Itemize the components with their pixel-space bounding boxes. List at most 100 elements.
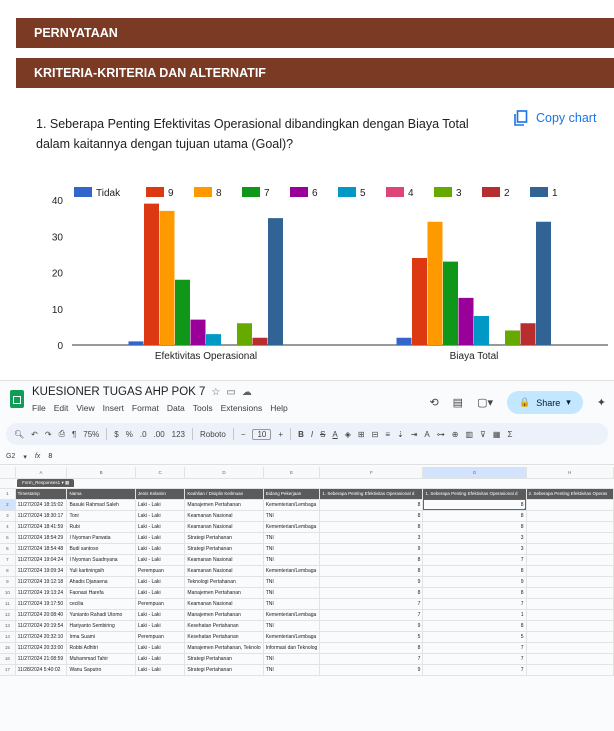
text-color-icon[interactable]: A <box>332 430 337 439</box>
cell-timestamp[interactable]: 11/27/2024 20:33:00 <box>15 642 68 654</box>
cloud-status-icon[interactable]: ☁ <box>242 387 252 398</box>
cell-timestamp[interactable]: 11/27/2024 20:08:40 <box>15 609 68 621</box>
cell-question-1a[interactable]: 9 <box>319 664 424 676</box>
cell-keahlian[interactable]: Manajemen Pertahanan <box>184 499 264 511</box>
cell-jenis-kelamin[interactable]: Laki - Laki <box>135 543 186 555</box>
increase-decimal-icon[interactable]: .00 <box>154 430 165 439</box>
cell-nama[interactable]: Yuli kartiningsih <box>66 565 136 577</box>
cell-question-1a[interactable]: 8 <box>319 642 424 654</box>
cell-bidang-pekerjaan[interactable]: TNI <box>263 620 321 632</box>
column-header-b[interactable]: B <box>66 467 136 479</box>
cell-jenis-kelamin[interactable]: Perempuan <box>135 631 186 643</box>
row-number[interactable]: 14 <box>0 631 16 643</box>
menu-help[interactable]: Help <box>270 403 287 413</box>
formula-input[interactable]: 8 <box>48 453 52 460</box>
text-wrap-icon[interactable]: ⇥ <box>411 430 418 439</box>
print-icon[interactable]: ⎙ <box>59 429 65 439</box>
sheet-tab[interactable]: Form_Responses1 ▾ ▦ <box>17 479 75 487</box>
name-box-dropdown-icon[interactable]: ▾ <box>23 453 27 461</box>
filter-icon[interactable]: ⊽ <box>480 430 486 439</box>
cell-question-1b[interactable]: 7 <box>422 664 527 676</box>
cell-jenis-kelamin[interactable]: Laki - Laki <box>135 521 186 533</box>
cell-timestamp[interactable]: 11/27/2024 21:08:59 <box>15 653 68 665</box>
cell-timestamp[interactable]: 11/27/2024 19:04:24 <box>15 554 68 566</box>
star-icon[interactable]: ☆ <box>211 387 220 398</box>
column-header-c[interactable]: C <box>135 467 186 479</box>
cell-nama[interactable]: cecilia <box>66 598 136 610</box>
cell-question-2[interactable] <box>526 521 614 533</box>
menu-insert[interactable]: Insert <box>103 403 124 413</box>
cell-jenis-kelamin[interactable]: Laki - Laki <box>135 653 186 665</box>
cell-question-1b[interactable]: 9 <box>422 576 527 588</box>
row-number[interactable]: 16 <box>0 653 16 665</box>
cell-bidang-pekerjaan[interactable]: Kementerian/Lembaga <box>263 631 321 643</box>
cell-timestamp[interactable]: 11/27/2024 20:19:54 <box>15 620 68 632</box>
cell-keahlian[interactable]: Strategi Pertahanan <box>184 543 264 555</box>
cell-keahlian[interactable]: Keamanan Nasional <box>184 565 264 577</box>
cell-jenis-kelamin[interactable]: Laki - Laki <box>135 664 186 676</box>
row-number[interactable]: 3 <box>0 510 16 522</box>
number-format-select[interactable]: 123 <box>172 430 185 439</box>
cell-question-1a[interactable]: 8 <box>319 554 424 566</box>
cell-nama[interactable]: Basuki Rahmad Saleh <box>66 499 136 511</box>
cell-timestamp[interactable]: 11/27/2024 20:32:10 <box>15 631 68 643</box>
font-family-select[interactable]: Roboto <box>200 430 226 439</box>
cell-keahlian[interactable]: Strategi Pertahanan <box>184 664 264 676</box>
bold-icon[interactable]: B <box>298 430 304 439</box>
increase-font-size-icon[interactable]: + <box>278 430 283 439</box>
cell-keahlian[interactable]: Kesehatan Pertahanan <box>184 620 264 632</box>
row-number[interactable]: 10 <box>0 587 16 599</box>
cell-jenis-kelamin[interactable]: Perempuan <box>135 598 186 610</box>
strikethrough-icon[interactable]: S <box>320 430 325 439</box>
menu-format[interactable]: Format <box>132 403 159 413</box>
cell-question-2[interactable] <box>526 576 614 588</box>
cell-question-2[interactable] <box>526 587 614 599</box>
row-number[interactable]: 15 <box>0 642 16 654</box>
cell-question-1a[interactable]: 3 <box>319 532 424 544</box>
font-size-input[interactable]: 10 <box>252 428 272 440</box>
document-title[interactable]: KUESIONER TUGAS AHP POK 7 <box>32 386 205 398</box>
cell-keahlian[interactable]: Teknologi Pertahanan <box>184 576 264 588</box>
cell-timestamp[interactable]: 11/27/2024 18:41:59 <box>15 521 68 533</box>
cell-question-1a[interactable]: 8 <box>319 565 424 577</box>
align-icon[interactable]: ≡ <box>385 430 390 439</box>
insert-link-icon[interactable]: ⊶ <box>437 430 445 439</box>
cell-nama[interactable]: Budi santoso <box>66 543 136 555</box>
text-rotation-icon[interactable]: A <box>424 430 429 439</box>
row-number[interactable]: 1 <box>0 488 16 500</box>
cell-bidang-pekerjaan[interactable]: TNI <box>263 598 321 610</box>
cell-bidang-pekerjaan[interactable]: Kementerian/Lembaga <box>263 521 321 533</box>
row-number[interactable]: 13 <box>0 620 16 632</box>
cell-question-1a[interactable]: 9 <box>319 620 424 632</box>
sheets-logo-icon[interactable] <box>10 390 24 408</box>
percent-format-icon[interactable]: % <box>126 430 133 439</box>
italic-icon[interactable]: I <box>311 430 313 439</box>
menu-edit[interactable]: Edit <box>54 403 69 413</box>
row-number[interactable]: 8 <box>0 565 16 577</box>
cell-keahlian[interactable]: Strategi Pertahanan <box>184 653 264 665</box>
share-dropdown-icon[interactable]: ▾ <box>566 397 571 408</box>
comments-icon[interactable]: ▤ <box>453 396 463 409</box>
cell-keahlian[interactable]: Manajemen Pertahanan <box>184 609 264 621</box>
header-question-1a[interactable]: 1. Seberapa Penting Efektivitas Operasio… <box>319 488 424 500</box>
insert-chart-icon[interactable]: ▥ <box>465 430 473 439</box>
cell-question-2[interactable] <box>526 631 614 643</box>
row-number[interactable]: 7 <box>0 554 16 566</box>
search-menus-icon[interactable]: 🔍︎ <box>14 430 24 439</box>
decrease-font-size-icon[interactable]: − <box>241 430 246 439</box>
cell-question-1b[interactable]: 8 <box>422 587 527 599</box>
cell-question-1a[interactable]: 7 <box>319 598 424 610</box>
cell-question-2[interactable] <box>526 565 614 577</box>
cell-bidang-pekerjaan[interactable]: Kementerian/Lembaga <box>263 499 321 511</box>
cell-bidang-pekerjaan[interactable]: TNI <box>263 653 321 665</box>
functions-icon[interactable]: Σ <box>507 430 512 439</box>
menu-data[interactable]: Data <box>167 403 185 413</box>
column-header-g[interactable]: G <box>422 467 527 479</box>
cell-question-1b[interactable]: 3 <box>422 543 527 555</box>
row-number[interactable]: 12 <box>0 609 16 621</box>
header-nama[interactable]: Nama <box>66 488 136 500</box>
cell-question-1b[interactable]: 5 <box>422 631 527 643</box>
cell-question-2[interactable] <box>526 543 614 555</box>
cell-question-2[interactable] <box>526 598 614 610</box>
cell-question-1a[interactable]: 8 <box>319 521 424 533</box>
